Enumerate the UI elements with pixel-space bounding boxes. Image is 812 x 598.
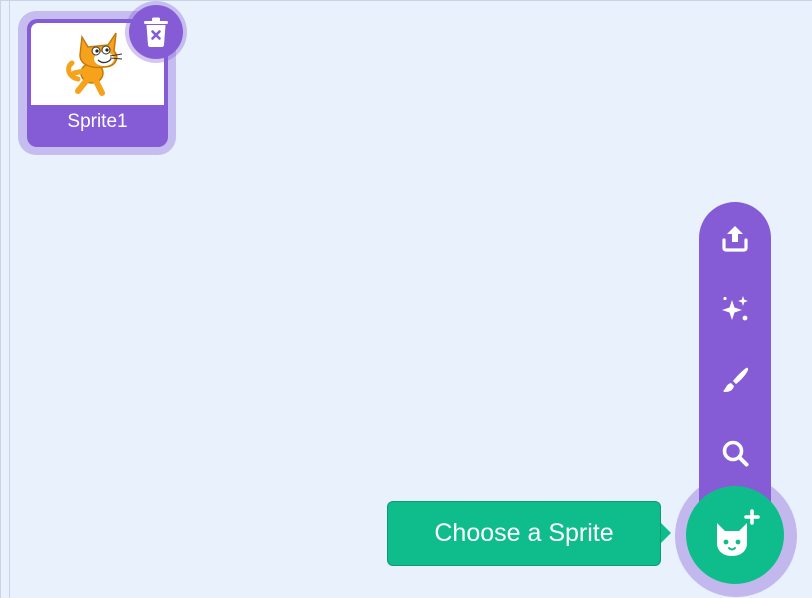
upload-sprite-button[interactable]	[699, 208, 771, 268]
paintbrush-icon	[723, 367, 749, 392]
paint-sprite-button[interactable]	[699, 350, 771, 410]
scratch-cat-icon	[66, 32, 123, 96]
trash-icon	[144, 17, 168, 47]
choose-sprite-search-button[interactable]	[699, 423, 771, 483]
delete-sprite-button[interactable]	[129, 5, 183, 59]
search-icon	[722, 440, 749, 467]
tooltip-arrow	[661, 523, 671, 543]
choose-sprite-tooltip: Choose a Sprite	[387, 501, 661, 566]
sparkle-icon	[722, 296, 748, 321]
cat-plus-icon	[717, 509, 760, 556]
choose-sprite-button[interactable]	[686, 486, 784, 584]
sprite-name-label: Sprite1	[67, 111, 128, 132]
sprite-pane: Sprite1 Choose a Sprite	[0, 0, 812, 598]
surprise-sprite-button[interactable]	[699, 279, 771, 339]
upload-icon	[722, 226, 748, 252]
